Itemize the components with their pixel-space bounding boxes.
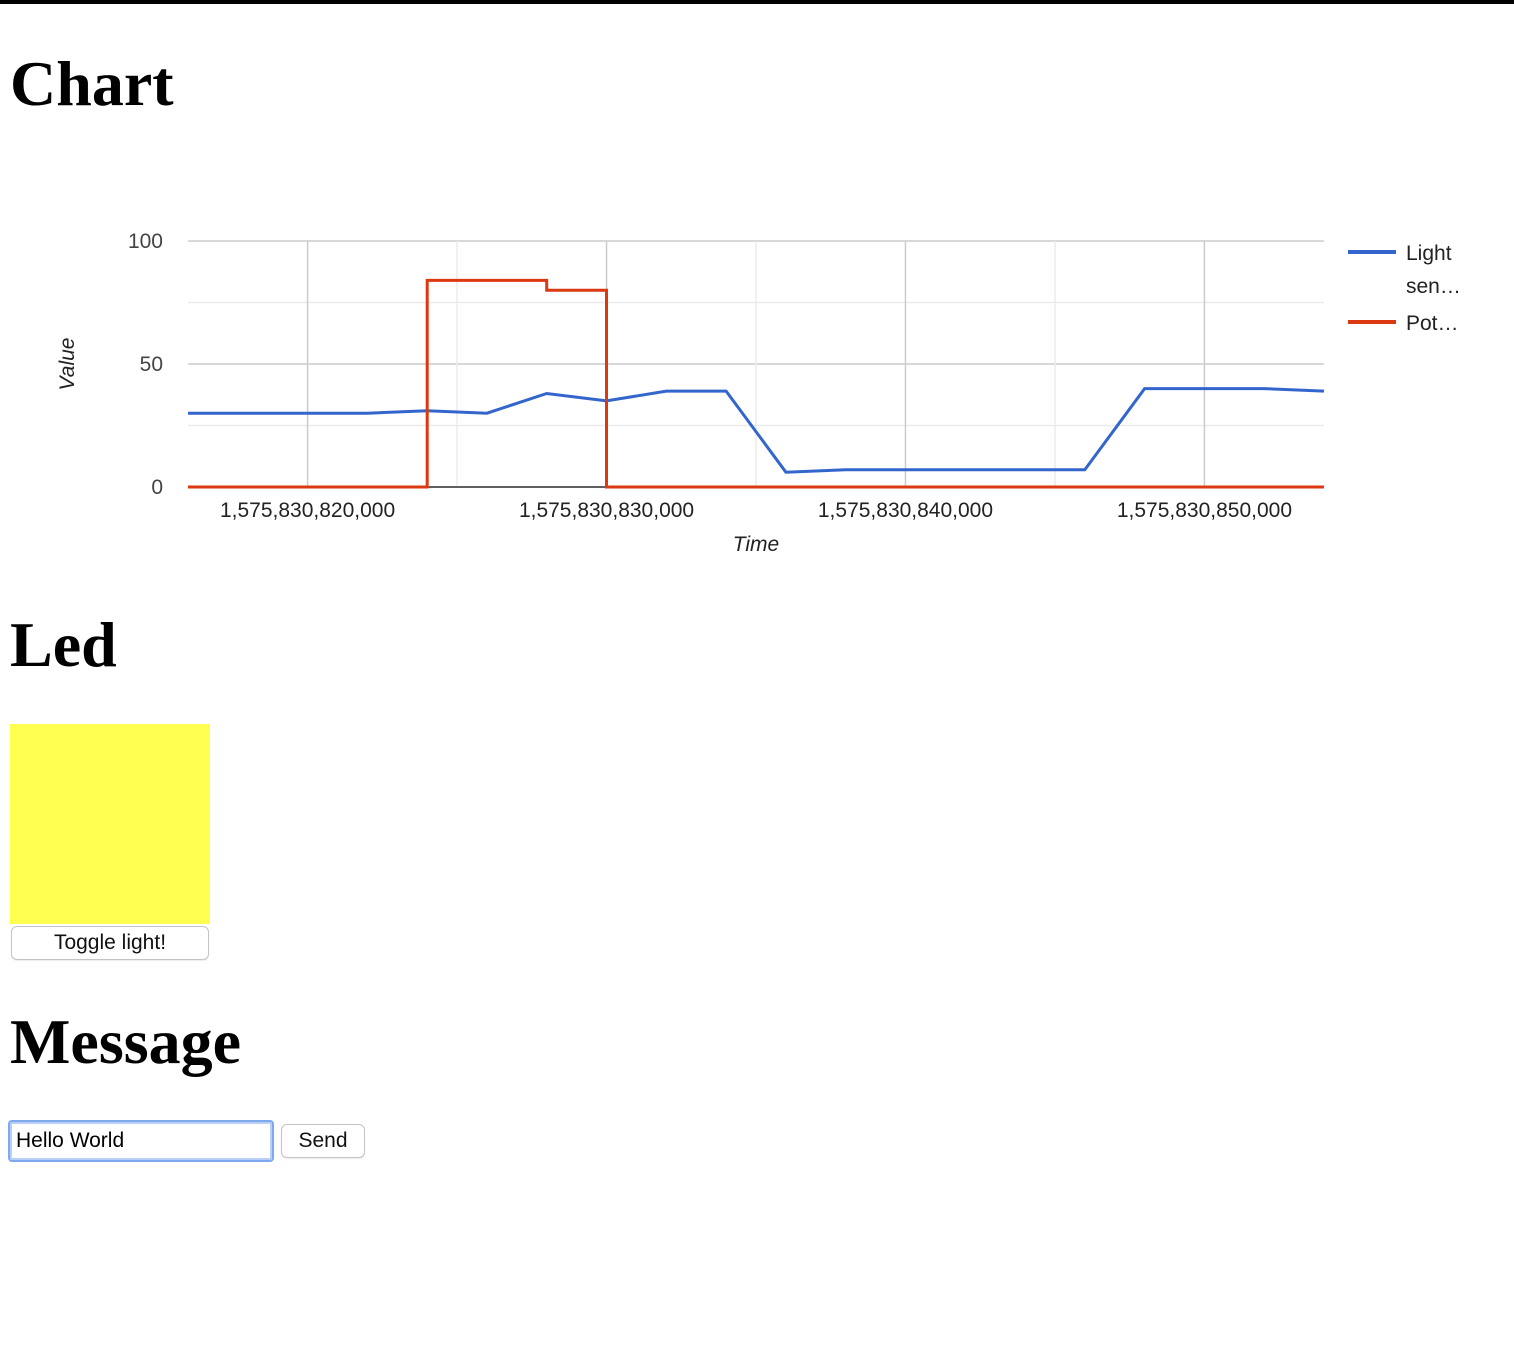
x-tick-label: 1,575,830,820,000 — [220, 499, 395, 522]
legend-label: sen… — [1406, 275, 1461, 298]
x-tick-label: 1,575,830,840,000 — [818, 499, 993, 522]
send-button[interactable]: Send — [281, 1124, 365, 1158]
y-tick-label: 50 — [140, 353, 163, 376]
line-chart: 0 50 100 1,575,830,820,000 1,575,830,830,000… — [56, 230, 1461, 556]
y-tick-label: 0 — [151, 476, 163, 499]
legend-label: Pot… — [1406, 312, 1459, 335]
led-indicator — [10, 724, 210, 924]
toggle-light-button[interactable]: Toggle light! — [11, 926, 209, 960]
chart-axes: 0 50 100 1,575,830,820,000 1,575,830,830,000… — [56, 230, 1292, 556]
led-heading: Led — [10, 609, 117, 680]
x-tick-label: 1,575,830,850,000 — [1117, 499, 1292, 522]
message-heading: Message — [10, 1006, 242, 1077]
message-input[interactable] — [8, 1120, 274, 1162]
chart-legend: Light sen… Pot… — [1348, 242, 1461, 335]
y-axis-title: Value — [56, 338, 79, 391]
chart-heading: Chart — [10, 48, 174, 119]
top-border — [0, 0, 1514, 4]
y-tick-label: 100 — [128, 230, 163, 253]
chart-gridlines — [188, 240, 1324, 488]
x-tick-label: 1,575,830,830,000 — [519, 499, 694, 522]
legend-label: Light — [1406, 242, 1452, 265]
x-axis-title: Time — [733, 533, 779, 556]
